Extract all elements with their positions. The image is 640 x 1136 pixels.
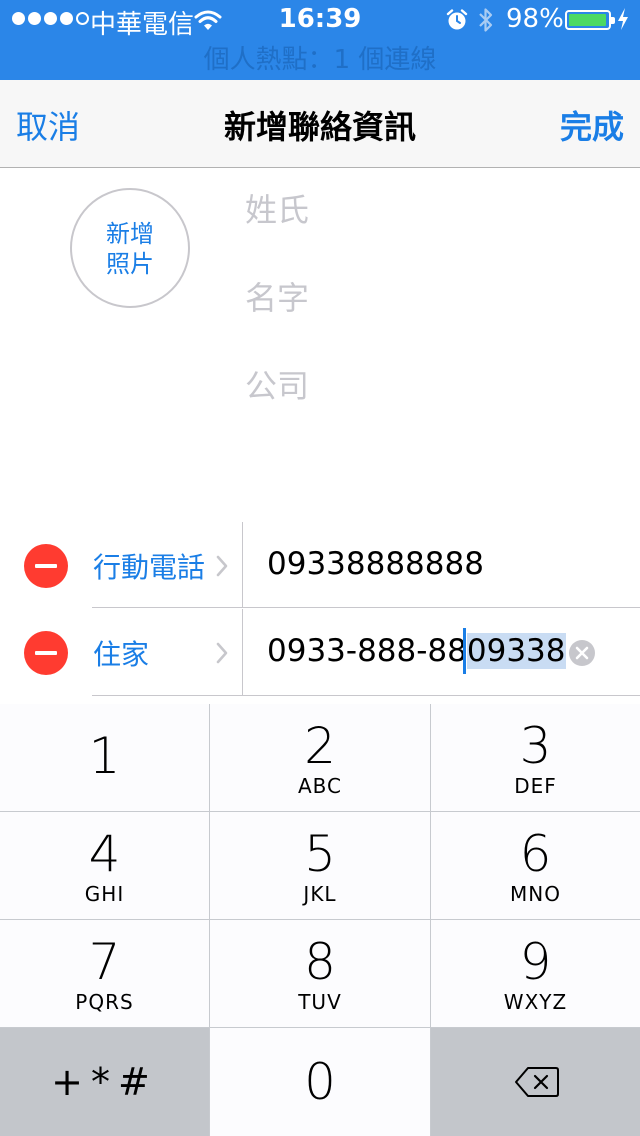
phone-value-unselected: 0933-888-88 xyxy=(267,633,467,669)
clear-text-icon[interactable] xyxy=(568,639,596,667)
key-3[interactable]: 3 DEF xyxy=(431,704,640,811)
status-bar: 中華電信 16:39 98% xyxy=(0,0,640,40)
key-digit: 2 xyxy=(304,717,336,775)
key-symbols-label: +*# xyxy=(51,1060,158,1104)
key-1[interactable]: 1 xyxy=(0,704,209,811)
phone-value-mobile[interactable]: 09338888888 xyxy=(267,546,484,582)
phone-value-selected: 09338 xyxy=(466,633,566,669)
numeric-keypad: 1 2 ABC 3 DEF 4 GHI 5 JKL 6 MNO 7 PQRS 8… xyxy=(0,704,640,1136)
done-button[interactable]: 完成 xyxy=(560,102,624,148)
key-symbols[interactable]: +*# xyxy=(0,1028,209,1136)
first-name-field[interactable] xyxy=(245,268,640,328)
delete-phone-button[interactable] xyxy=(24,631,68,675)
key-letters: DEF xyxy=(514,774,557,798)
key-digit: 3 xyxy=(519,717,552,775)
row-divider xyxy=(92,695,640,696)
key-letters: WXYZ xyxy=(503,990,568,1014)
key-digit: 1 xyxy=(88,727,121,785)
chevron-right-icon xyxy=(216,642,228,664)
key-digit: 6 xyxy=(519,825,552,883)
key-letters: JKL xyxy=(303,882,337,906)
label-divider xyxy=(242,522,243,608)
alarm-clock-icon xyxy=(446,9,468,30)
key-backspace[interactable] xyxy=(431,1028,640,1136)
key-letters: ABC xyxy=(297,774,342,798)
company-field[interactable] xyxy=(245,356,640,416)
battery-icon xyxy=(565,10,615,30)
key-2[interactable]: 2 ABC xyxy=(210,704,430,811)
key-5[interactable]: 5 JKL xyxy=(210,812,430,919)
key-digit: 8 xyxy=(304,933,336,991)
key-digit: 4 xyxy=(88,825,121,883)
key-4[interactable]: 4 GHI xyxy=(0,812,209,919)
text-caret xyxy=(463,628,466,674)
key-6[interactable]: 6 MNO xyxy=(431,812,640,919)
key-9[interactable]: 9 WXYZ xyxy=(431,920,640,1027)
key-8[interactable]: 8 TUV xyxy=(210,920,430,1027)
add-photo-label-line1: 新增 xyxy=(106,220,154,248)
key-digit: 5 xyxy=(304,825,336,883)
key-letters: PQRS xyxy=(75,990,134,1014)
page-title: 新增聯絡資訊 xyxy=(223,108,416,146)
battery-percentage: 98% xyxy=(506,4,564,34)
row-divider xyxy=(92,607,640,608)
phone-label-mobile[interactable]: 行動電話 xyxy=(93,546,205,586)
backspace-icon xyxy=(515,1067,559,1097)
key-7[interactable]: 7 PQRS xyxy=(0,920,209,1027)
status-area: 中華電信 16:39 98% 個人熱點：1 個連線 xyxy=(0,0,640,80)
add-photo-label-line2: 照片 xyxy=(106,250,154,278)
phone-label-home[interactable]: 住家 xyxy=(93,633,149,673)
add-photo-button[interactable]: 新增 照片 xyxy=(70,188,190,308)
phone-row-home: 住家 0933-888-8809338 xyxy=(0,609,640,697)
navigation-bar: 取消 新增聯絡資訊 完成 xyxy=(0,80,640,168)
phone-input-home[interactable]: 0933-888-8809338 xyxy=(267,633,566,669)
delete-phone-button[interactable] xyxy=(24,544,68,588)
key-letters: GHI xyxy=(84,882,125,906)
chevron-right-icon xyxy=(216,555,228,577)
label-divider xyxy=(242,609,243,695)
key-digit: 0 xyxy=(304,1053,336,1111)
key-letters: TUV xyxy=(298,990,342,1014)
key-letters: MNO xyxy=(510,882,561,906)
hotspot-banner[interactable]: 個人熱點：1 個連線 xyxy=(0,40,640,80)
key-digit: 9 xyxy=(519,933,552,991)
key-0[interactable]: 0 xyxy=(210,1028,430,1136)
phone-row-mobile: 行動電話 09338888888 xyxy=(0,522,640,610)
charging-bolt-icon xyxy=(618,8,628,30)
bluetooth-icon xyxy=(479,8,493,32)
key-digit: 7 xyxy=(88,933,121,991)
last-name-field[interactable] xyxy=(245,180,640,240)
